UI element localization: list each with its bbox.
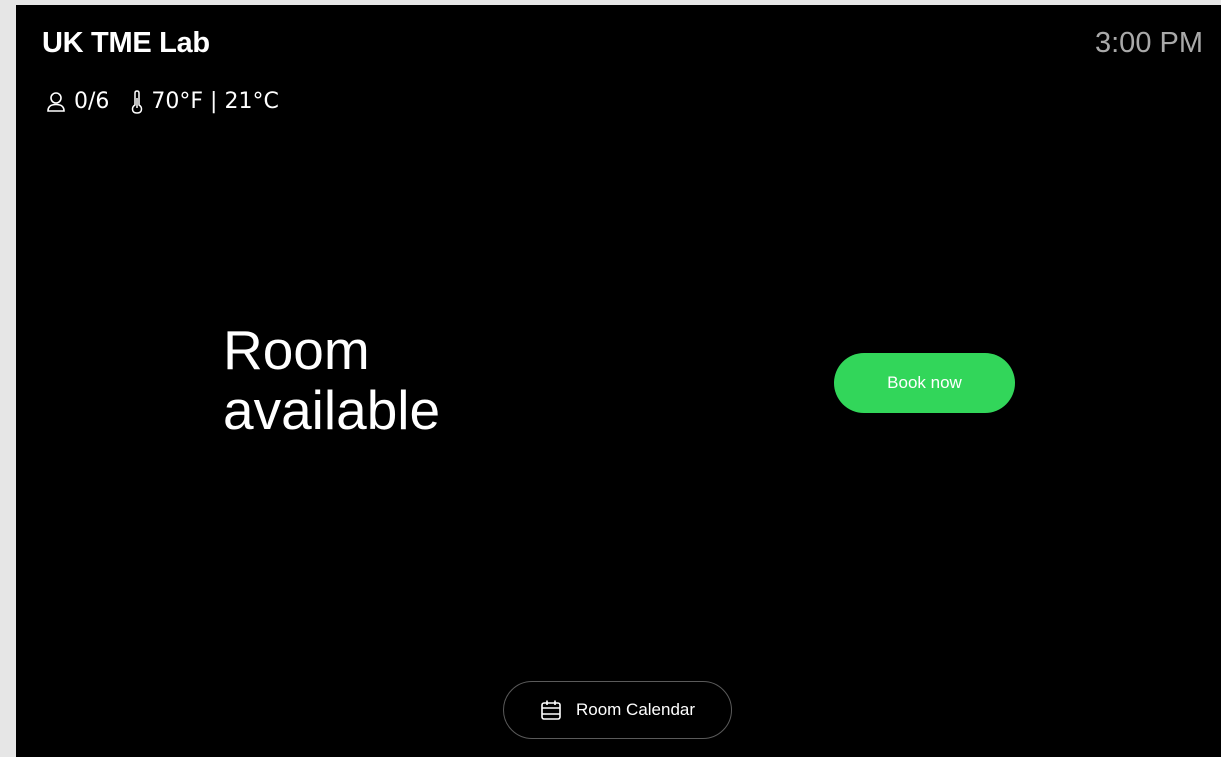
room-status-row: 0/6 70°F | 21°C	[46, 89, 279, 114]
room-display-screen: UK TME Lab 3:00 PM 0/6 70°F | 21°C Room …	[16, 5, 1221, 757]
thermometer-icon	[131, 89, 143, 114]
book-now-button[interactable]: Book now	[834, 353, 1015, 413]
room-calendar-label: Room Calendar	[575, 700, 696, 719]
availability-headline: Room available	[223, 320, 440, 440]
person-icon	[46, 91, 66, 113]
headline-line-2: available	[223, 379, 441, 441]
headline-line-1: Room	[223, 319, 370, 381]
calendar-icon	[540, 699, 562, 721]
room-calendar-button[interactable]: Room Calendar	[503, 681, 732, 739]
clock: 3:00 PM	[1095, 27, 1203, 59]
temperature-readout: 70°F | 21°C	[151, 89, 279, 114]
book-now-label: Book now	[887, 373, 962, 392]
room-name: UK TME Lab	[42, 27, 210, 59]
occupancy-count: 0/6	[74, 89, 110, 114]
